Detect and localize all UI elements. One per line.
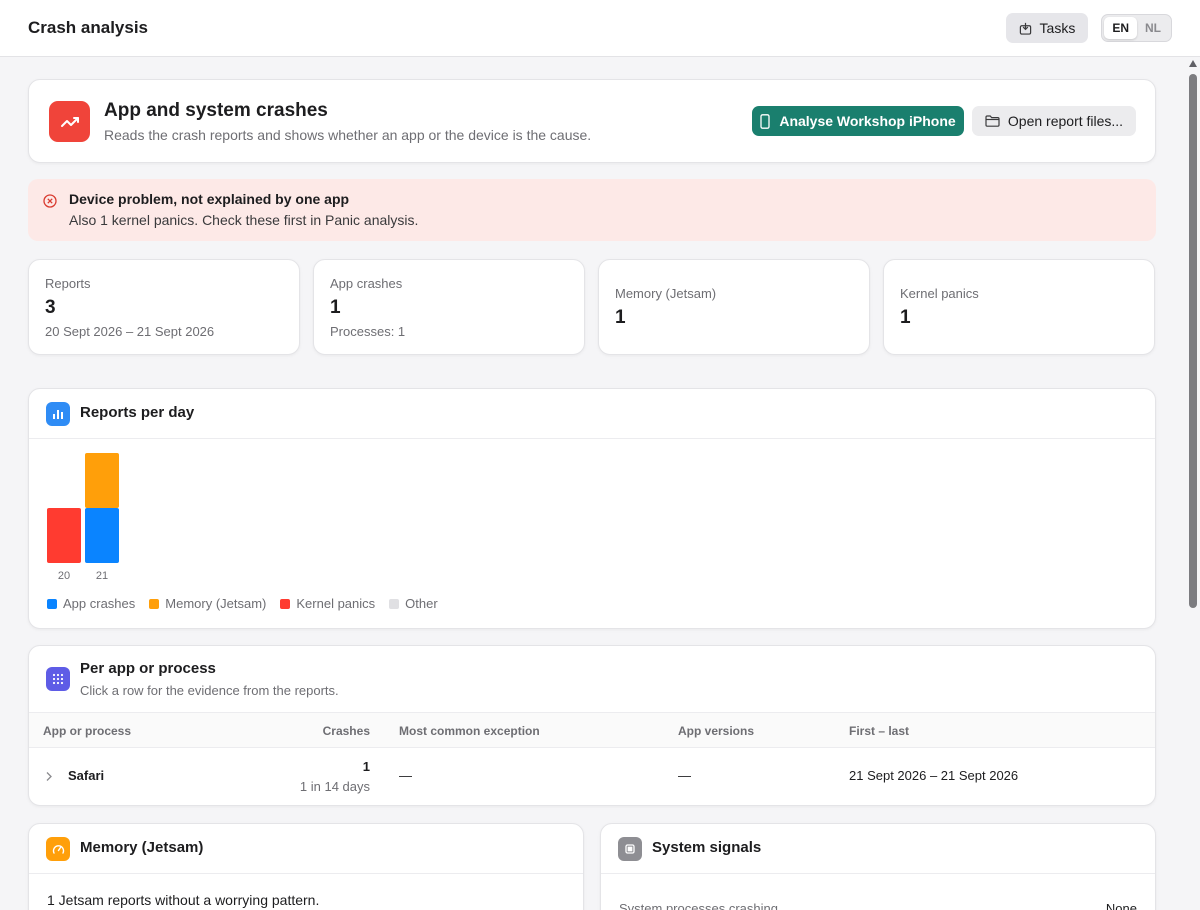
stat-label: App crashes <box>330 276 403 291</box>
memory-header: Memory (Jetsam) <box>29 824 583 874</box>
legend-label: Other <box>405 596 438 611</box>
stat-reports: Reports 3 20 Sept 2026 – 21 Sept 2026 <box>28 259 300 355</box>
per-app-card: Per app or process Click a row for the e… <box>28 645 1156 806</box>
stat-app-crashes: App crashes 1 Processes: 1 <box>313 259 585 355</box>
grid-icon <box>46 667 70 691</box>
col-app[interactable]: App or process <box>43 724 131 738</box>
row-exception: — <box>399 768 412 783</box>
table-title: Per app or process <box>80 660 216 677</box>
crash-trend-icon <box>49 101 90 142</box>
stat-value: 1 <box>615 307 626 328</box>
bar-21-series-1 <box>85 453 119 508</box>
col-exception[interactable]: Most common exception <box>399 724 540 738</box>
col-first-last[interactable]: First – last <box>849 724 909 738</box>
legend-label: Kernel panics <box>296 596 376 611</box>
chart-title: Reports per day <box>80 404 195 421</box>
col-crashes[interactable]: Crashes <box>323 724 370 738</box>
col-versions[interactable]: App versions <box>678 724 754 738</box>
table-subtitle: Click a row for the evidence from the re… <box>80 683 339 698</box>
analyse-device-label: Analyse Workshop iPhone <box>779 113 956 129</box>
legend-swatch <box>389 598 400 609</box>
bar-20-series-2 <box>47 508 81 563</box>
language-nl[interactable]: NL <box>1137 17 1169 39</box>
gauge-icon <box>46 837 70 861</box>
language-switch: EN NL <box>1101 14 1172 42</box>
row-crash-count: 1 <box>362 759 370 774</box>
stat-value: 1 <box>330 297 341 318</box>
stat-value: 3 <box>45 297 56 318</box>
legend-item-kernel-panics: Kernel panics <box>280 596 375 611</box>
reports-per-day-card: Reports per day 20 21 App crashes Memory … <box>28 388 1156 629</box>
hero-title: App and system crashes <box>104 100 328 121</box>
stat-label: Reports <box>45 276 91 291</box>
legend-swatch <box>47 598 57 609</box>
bar-21-series-0 <box>85 508 119 563</box>
row-date-range: 21 Sept 2026 – 21 Sept 2026 <box>849 768 1019 783</box>
scrollbar-thumb[interactable] <box>1189 74 1197 608</box>
main-content: App and system crashes Reads the crash r… <box>0 57 1186 910</box>
stat-value: 1 <box>900 307 911 328</box>
stat-label: Kernel panics <box>900 286 979 301</box>
stat-memory-jetsam: Memory (Jetsam) 1 <box>598 259 870 355</box>
chip-icon <box>618 837 642 861</box>
legend-item-other: Other <box>389 596 438 611</box>
tasks-icon <box>1019 22 1031 35</box>
stat-sub: 20 Sept 2026 – 21 Sept 2026 <box>45 324 215 339</box>
system-title: System signals <box>652 839 762 856</box>
legend-swatch <box>280 598 291 609</box>
folder-icon <box>985 115 1000 127</box>
bar-chart-icon <box>46 402 70 426</box>
memory-jetsam-card: Memory (Jetsam) 1 Jetsam reports without… <box>28 823 584 910</box>
row-versions: — <box>678 768 691 783</box>
x-tick-label: 21 <box>96 570 108 582</box>
table-row[interactable]: Safari 1 1 in 14 days — — 21 Sept 2026 –… <box>29 748 1155 806</box>
device-problem-alert: Device problem, not explained by one app… <box>28 179 1156 241</box>
system-signal-value: None <box>1105 901 1137 910</box>
alert-title: Device problem, not explained by one app <box>69 191 350 207</box>
tasks-button[interactable]: Tasks <box>1005 13 1089 43</box>
legend-label: App crashes <box>63 596 136 611</box>
x-tick-label: 20 <box>58 570 70 582</box>
chart-header: Reports per day <box>29 389 1155 439</box>
chevron-right-icon <box>46 772 52 781</box>
stat-label: Memory (Jetsam) <box>615 286 717 301</box>
table-head: App or process Crashes Most common excep… <box>29 712 1155 748</box>
chart-legend: App crashes Memory (Jetsam) Kernel panic… <box>47 596 438 611</box>
system-signal-label: System processes crashing <box>619 901 778 910</box>
page-title: Crash analysis <box>28 18 149 37</box>
memory-summary: 1 Jetsam reports without a worrying patt… <box>47 892 320 908</box>
header-card: App and system crashes Reads the crash r… <box>28 79 1156 163</box>
tasks-label: Tasks <box>1039 20 1076 36</box>
row-app-name: Safari <box>68 768 105 783</box>
legend-label: Memory (Jetsam) <box>165 596 267 611</box>
reports-per-day-chart: 20 21 <box>47 453 119 582</box>
scroll-up-arrow-icon[interactable] <box>1189 60 1197 67</box>
analyse-device-button[interactable]: Analyse Workshop iPhone <box>752 106 964 136</box>
memory-title: Memory (Jetsam) <box>80 839 204 856</box>
topbar-actions: Tasks EN NL <box>1005 13 1172 43</box>
alert-text: Also 1 kernel panics. Check these first … <box>69 212 419 228</box>
language-en[interactable]: EN <box>1104 17 1137 39</box>
open-report-files-button[interactable]: Open report files... <box>972 106 1136 136</box>
hero-subtitle: Reads the crash reports and shows whethe… <box>104 127 592 143</box>
legend-swatch <box>149 598 160 609</box>
table-header: Per app or process Click a row for the e… <box>29 646 1155 712</box>
stat-kernel-panics: Kernel panics 1 <box>883 259 1155 355</box>
error-circle-icon <box>43 194 57 208</box>
open-report-files-label: Open report files... <box>1007 113 1124 129</box>
row-crash-rate: 1 in 14 days <box>299 779 370 794</box>
legend-item-memory: Memory (Jetsam) <box>149 596 266 611</box>
legend-item-app-crashes: App crashes <box>47 596 135 611</box>
system-header: System signals <box>601 824 1155 874</box>
vertical-scrollbar[interactable] <box>1186 57 1200 910</box>
stat-sub: Processes: 1 <box>330 324 406 339</box>
top-bar: Crash analysis Tasks EN NL <box>0 0 1200 57</box>
iphone-icon <box>760 113 770 129</box>
system-signals-card: System signals System processes crashing… <box>600 823 1156 910</box>
